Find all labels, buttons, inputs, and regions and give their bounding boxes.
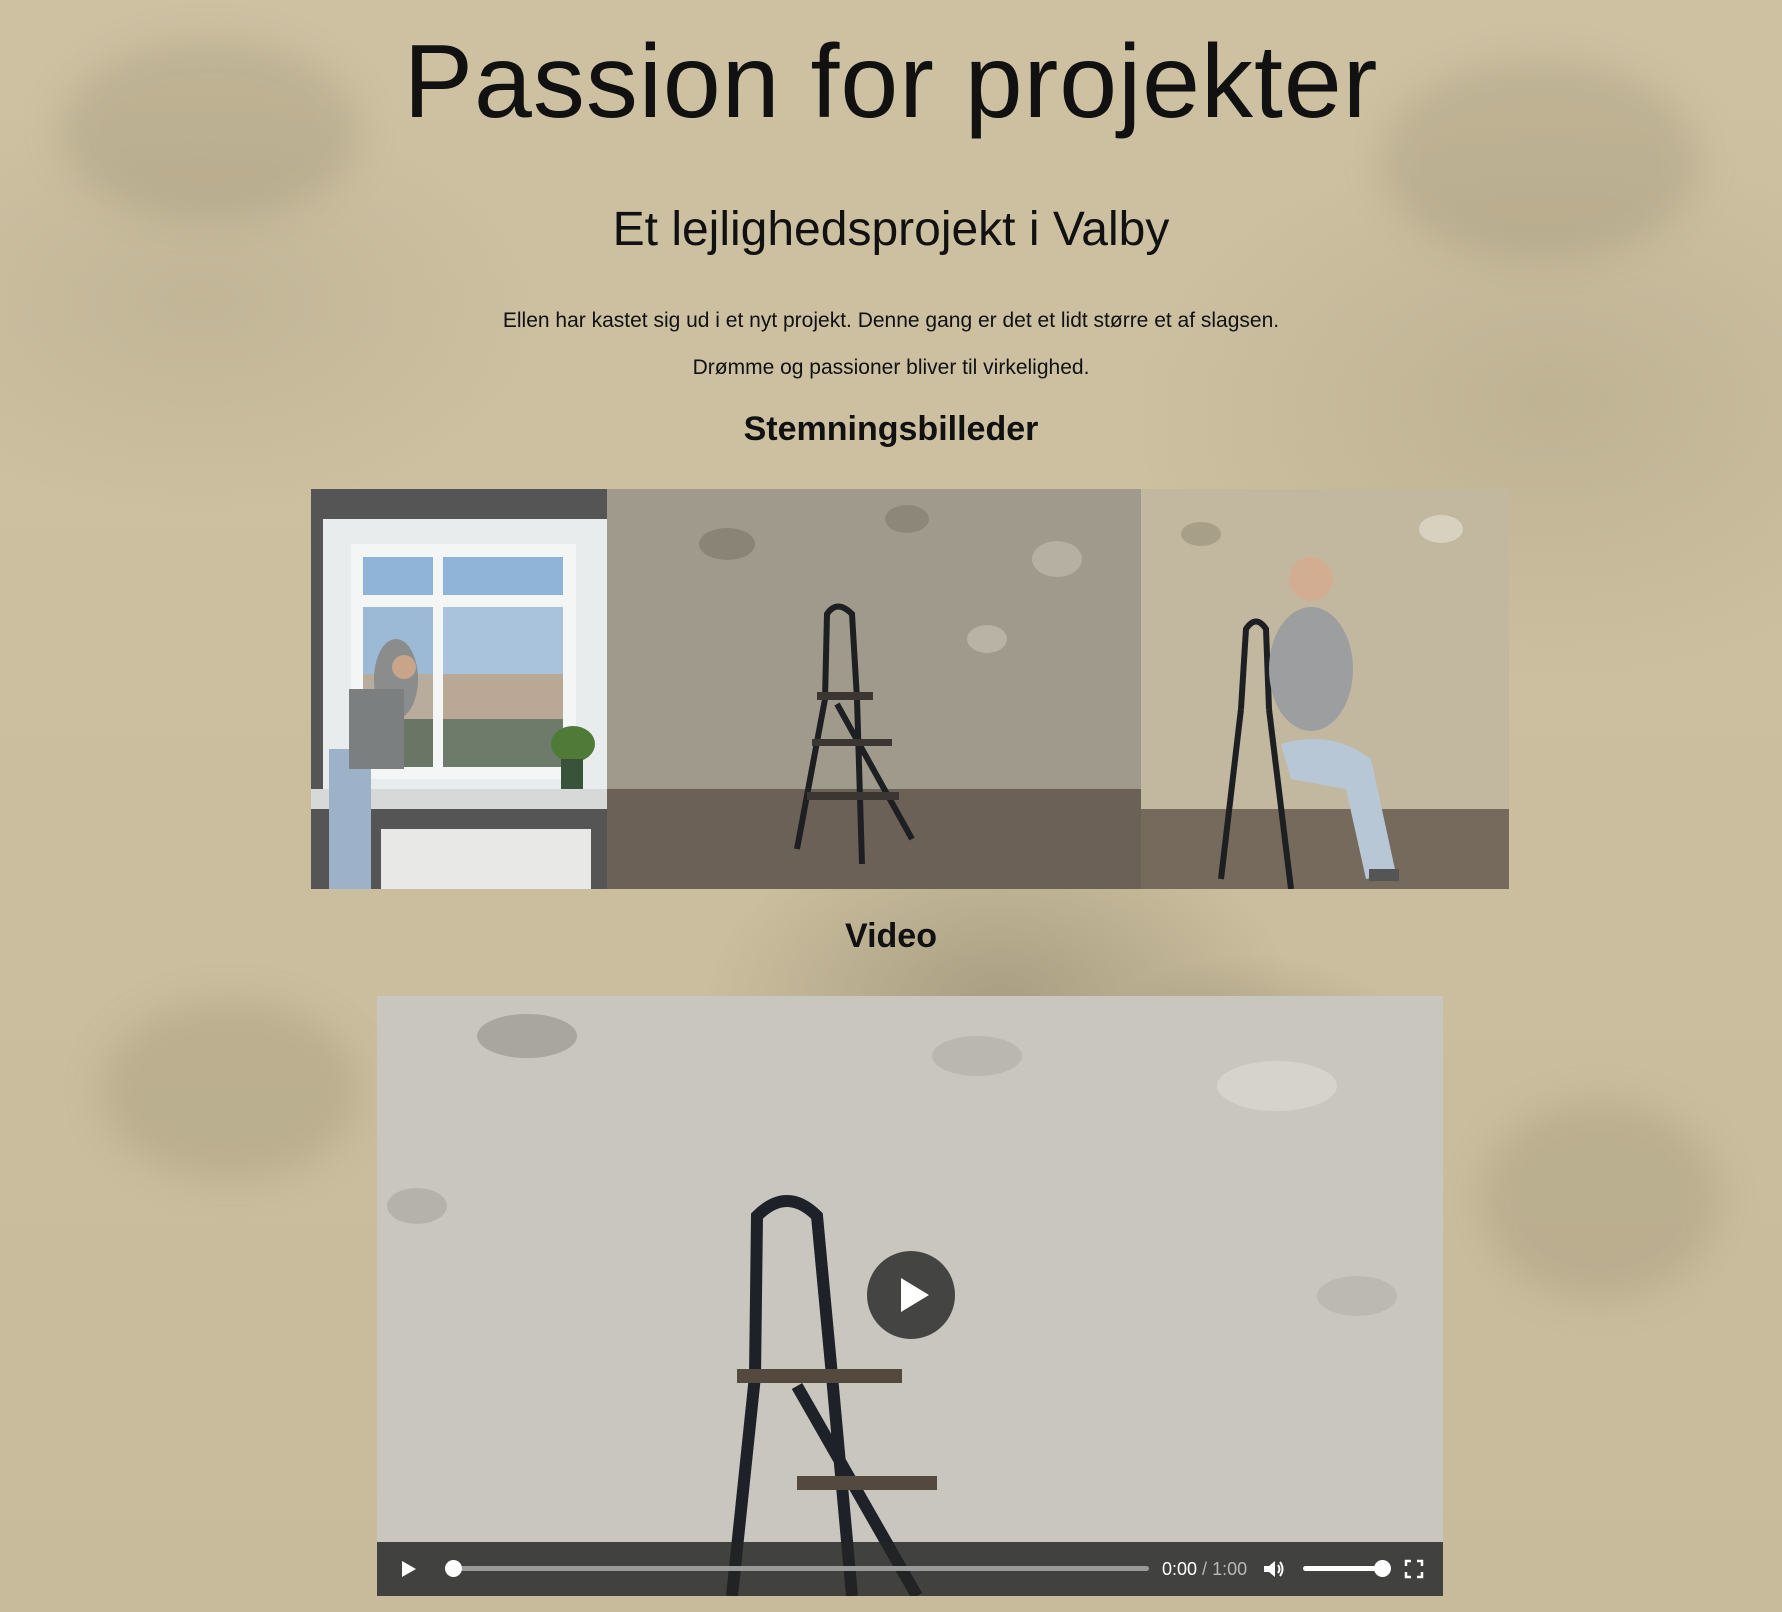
background-texture xyxy=(100,1000,360,1180)
current-time: 0:00 xyxy=(1162,1559,1198,1579)
time-separator: / xyxy=(1197,1559,1213,1579)
seek-thumb[interactable] xyxy=(445,1560,462,1577)
fullscreen-icon xyxy=(1404,1559,1424,1579)
time-display: 0:00 / 1:00 xyxy=(1162,1542,1247,1596)
page-subtitle: Et lejlighedsprojekt i Valby xyxy=(612,203,1170,256)
play-icon xyxy=(402,1561,416,1577)
volume-icon xyxy=(1264,1561,1284,1577)
ladder-image xyxy=(607,489,1141,889)
video-heading: Video xyxy=(845,917,937,955)
video-player[interactable]: 0:00 / 1:00 xyxy=(377,996,1443,1596)
mute-button[interactable] xyxy=(1257,1542,1291,1596)
woman-at-window-image xyxy=(311,489,607,889)
seek-bar[interactable] xyxy=(445,1560,1149,1577)
play-icon xyxy=(901,1278,929,1312)
volume-slider[interactable] xyxy=(1303,1560,1391,1577)
big-play-button[interactable] xyxy=(867,1251,955,1339)
fullscreen-button[interactable] xyxy=(1397,1542,1431,1596)
gallery-heading: Stemningsbilleder xyxy=(743,410,1039,448)
volume-thumb[interactable] xyxy=(1374,1560,1391,1577)
woman-at-window-photo[interactable] xyxy=(311,489,607,889)
play-button[interactable] xyxy=(391,1542,425,1596)
intro-paragraph: Drømme og passioner bliver til virkeligh… xyxy=(692,356,1090,379)
ladder-photo[interactable] xyxy=(607,489,1141,889)
intro-paragraph: Ellen har kastet sig ud i et nyt projekt… xyxy=(502,309,1280,332)
photo-gallery xyxy=(311,489,1509,889)
woman-on-ladder-photo[interactable] xyxy=(1141,489,1509,889)
video-controls-bar: 0:00 / 1:00 xyxy=(377,1542,1443,1596)
background-texture xyxy=(1480,1100,1720,1300)
duration: 1:00 xyxy=(1212,1559,1248,1579)
page-title: Passion for projekter xyxy=(403,24,1379,140)
woman-on-ladder-image xyxy=(1141,489,1509,889)
